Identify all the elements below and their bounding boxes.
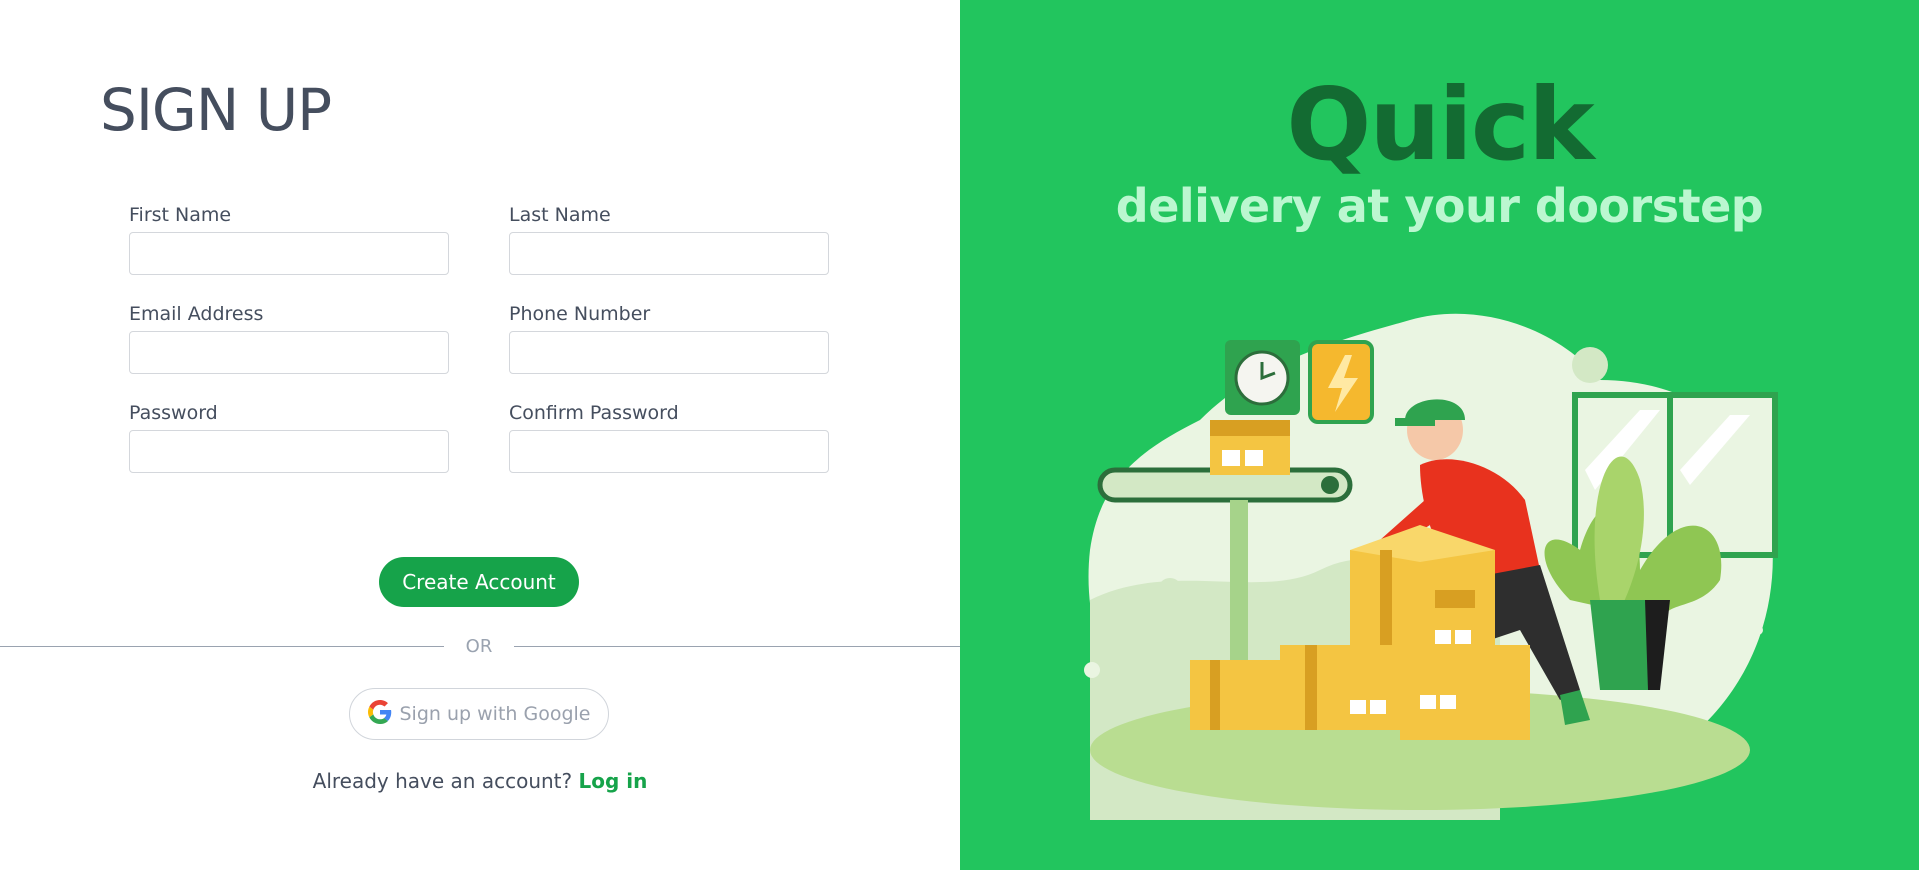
confirm-password-input[interactable] <box>509 430 829 473</box>
password-input[interactable] <box>129 430 449 473</box>
phone-label: Phone Number <box>509 303 651 325</box>
first-name-label: First Name <box>129 204 232 226</box>
email-input[interactable] <box>129 331 449 374</box>
confirm-password-label: Confirm Password <box>509 402 679 424</box>
divider-line-right <box>514 646 960 647</box>
email-label: Email Address <box>129 303 264 325</box>
google-logo-icon <box>367 699 392 729</box>
create-account-button[interactable]: Create Account <box>379 557 579 607</box>
hero-panel: Quick delivery at your doorstep <box>960 0 1919 870</box>
last-name-label: Last Name <box>509 204 611 226</box>
divider-line-left <box>0 646 444 647</box>
login-prompt: Already have an account? <box>312 769 573 793</box>
first-name-group: First Name <box>129 203 449 275</box>
first-name-input[interactable] <box>129 232 449 275</box>
password-group: Password <box>129 401 449 473</box>
or-text: OR <box>465 636 493 657</box>
or-divider: OR <box>0 637 960 657</box>
password-label: Password <box>129 402 218 424</box>
hero-title: Quick <box>1286 66 1594 183</box>
login-link[interactable]: Log in <box>578 769 647 793</box>
delivery-illustration <box>1084 313 1778 820</box>
google-button-label: Sign up with Google <box>399 703 591 725</box>
last-name-group: Last Name <box>509 203 829 275</box>
phone-group: Phone Number <box>509 302 829 374</box>
google-signup-button[interactable]: Sign up with Google <box>349 688 609 740</box>
phone-input[interactable] <box>509 331 829 374</box>
login-row: Already have an account? Log in <box>0 769 960 793</box>
signup-panel: SIGN UP First Name Last Name Email Addre… <box>0 0 960 870</box>
email-group: Email Address <box>129 302 449 374</box>
last-name-input[interactable] <box>509 232 829 275</box>
confirm-password-group: Confirm Password <box>509 401 829 473</box>
page-title: SIGN UP <box>100 76 332 144</box>
hero-subtitle: delivery at your doorstep <box>1115 179 1764 233</box>
